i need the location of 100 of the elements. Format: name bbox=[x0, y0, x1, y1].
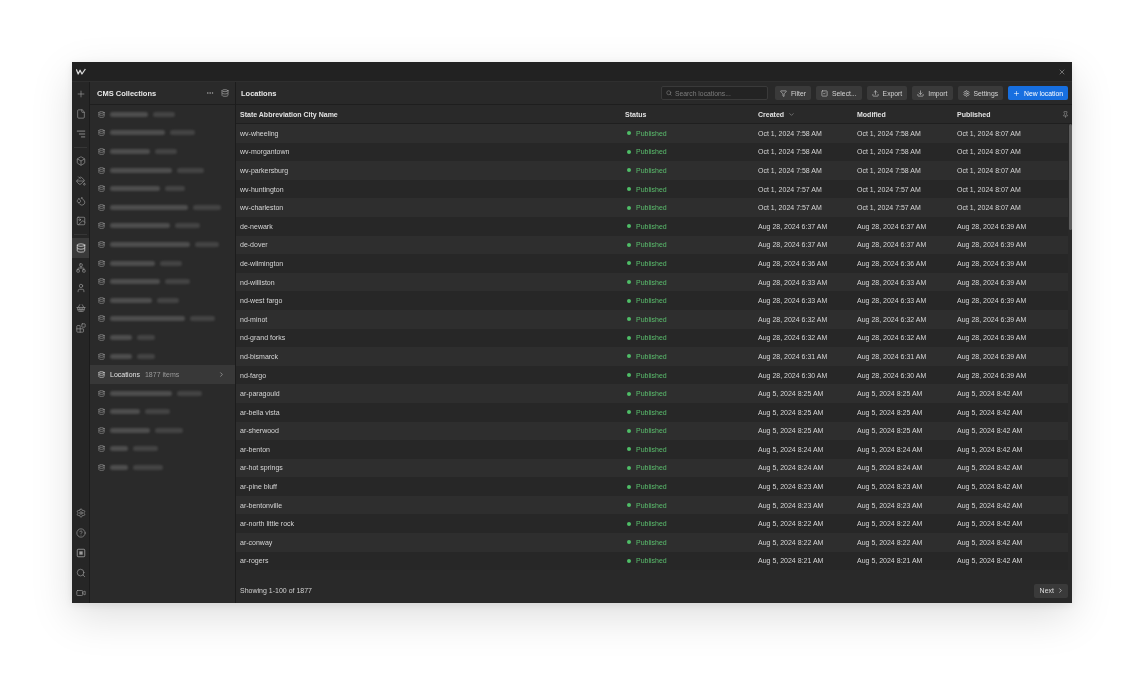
blurred-text bbox=[110, 167, 172, 173]
blurred-text bbox=[155, 149, 177, 154]
video-icon[interactable] bbox=[75, 588, 86, 598]
chevron-right-icon bbox=[1057, 587, 1064, 595]
status-dot-icon bbox=[627, 280, 631, 285]
checkbox-icon bbox=[821, 89, 829, 97]
database-icon bbox=[98, 371, 105, 379]
status-dot-icon bbox=[627, 187, 631, 192]
database-icon bbox=[98, 352, 105, 360]
blurred-text bbox=[133, 465, 163, 471]
status-dot-icon bbox=[627, 298, 631, 303]
lines-icon[interactable] bbox=[75, 129, 86, 139]
database-icon bbox=[98, 389, 105, 397]
database-icon bbox=[98, 445, 105, 453]
blurred-text bbox=[110, 111, 148, 117]
status-dot-icon bbox=[627, 373, 631, 377]
status-dot-icon bbox=[627, 131, 631, 136]
network-icon[interactable] bbox=[75, 263, 86, 273]
status-dot-icon bbox=[627, 205, 631, 210]
download-icon bbox=[917, 89, 925, 97]
help-icon[interactable] bbox=[75, 528, 86, 538]
blurred-text bbox=[110, 130, 165, 136]
paint-bucket-icon[interactable] bbox=[75, 176, 86, 186]
database-icon bbox=[98, 222, 105, 230]
blurred-text bbox=[110, 297, 152, 303]
blurred-text bbox=[110, 279, 160, 285]
filter-icon bbox=[779, 89, 787, 97]
status-dot-icon bbox=[627, 391, 631, 396]
blurred-text bbox=[160, 260, 182, 266]
blurred-text bbox=[137, 353, 155, 359]
database-icon bbox=[98, 148, 105, 155]
database-icon bbox=[98, 110, 105, 118]
image-icon[interactable] bbox=[75, 216, 86, 226]
blurred-text bbox=[177, 167, 204, 173]
blurred-text bbox=[110, 353, 132, 359]
basket-icon[interactable] bbox=[75, 303, 86, 313]
status-dot-icon bbox=[627, 317, 631, 322]
square-icon[interactable] bbox=[75, 548, 86, 558]
file-icon[interactable] bbox=[75, 109, 86, 119]
database-icon bbox=[98, 315, 105, 323]
blurred-text bbox=[110, 186, 160, 192]
blurred-text bbox=[145, 409, 170, 415]
user-icon[interactable] bbox=[75, 283, 86, 293]
blurred-text bbox=[110, 465, 128, 471]
blurred-text bbox=[110, 334, 132, 340]
blurred-text bbox=[195, 241, 219, 247]
blurred-text bbox=[137, 334, 155, 340]
database-icon bbox=[98, 240, 105, 248]
blurred-text bbox=[110, 149, 150, 154]
upload-icon bbox=[871, 89, 879, 97]
blurred-text bbox=[110, 223, 170, 229]
status-dot-icon bbox=[627, 335, 631, 340]
blurred-text bbox=[157, 297, 179, 303]
database-icon bbox=[98, 464, 105, 472]
database-icon bbox=[98, 408, 105, 416]
cube-icon[interactable] bbox=[75, 156, 86, 166]
settings-icon[interactable] bbox=[75, 508, 86, 518]
search-icon[interactable] bbox=[75, 568, 86, 578]
status-dot-icon bbox=[627, 466, 631, 470]
database-icon[interactable] bbox=[221, 89, 229, 97]
pin-icon[interactable] bbox=[1061, 110, 1069, 118]
scrollbar-thumb[interactable] bbox=[1069, 124, 1072, 230]
status-dot-icon bbox=[627, 428, 631, 433]
database-icon bbox=[98, 426, 105, 434]
status-dot-icon bbox=[627, 224, 631, 229]
status-dot-icon bbox=[627, 521, 631, 526]
status-dot-icon bbox=[627, 558, 631, 563]
close-icon[interactable] bbox=[1058, 67, 1066, 76]
blurred-text bbox=[170, 130, 195, 136]
blurred-text bbox=[110, 390, 172, 396]
status-dot-icon bbox=[627, 242, 631, 247]
logo-icon bbox=[76, 68, 86, 75]
blurred-text bbox=[110, 409, 140, 415]
plus-icon[interactable] bbox=[75, 89, 86, 99]
database-icon bbox=[98, 166, 105, 174]
status-dot-icon bbox=[627, 447, 631, 452]
blurred-text bbox=[133, 446, 158, 452]
status-dot-icon bbox=[627, 168, 631, 173]
plus-icon bbox=[1013, 89, 1021, 97]
database-icon bbox=[98, 259, 105, 267]
blurred-text bbox=[165, 279, 190, 285]
status-dot-icon bbox=[627, 540, 631, 545]
sort-caret-icon bbox=[788, 110, 796, 118]
database-icon bbox=[98, 278, 105, 286]
search-icon bbox=[665, 90, 672, 96]
database-icon bbox=[98, 333, 105, 341]
blocks-icon[interactable] bbox=[75, 323, 86, 333]
blurred-text bbox=[110, 446, 128, 452]
status-dot-icon bbox=[627, 261, 631, 266]
status-dot-icon bbox=[627, 503, 631, 508]
database-icon bbox=[98, 129, 105, 137]
blurred-text bbox=[165, 186, 185, 192]
more-icon[interactable] bbox=[206, 89, 214, 97]
chevron-right-icon bbox=[218, 371, 225, 379]
droplets-icon[interactable] bbox=[75, 196, 86, 206]
blurred-text bbox=[190, 316, 215, 322]
blurred-text bbox=[155, 427, 183, 433]
blurred-text bbox=[193, 204, 221, 210]
status-dot-icon bbox=[627, 354, 631, 359]
blurred-text bbox=[153, 111, 175, 117]
